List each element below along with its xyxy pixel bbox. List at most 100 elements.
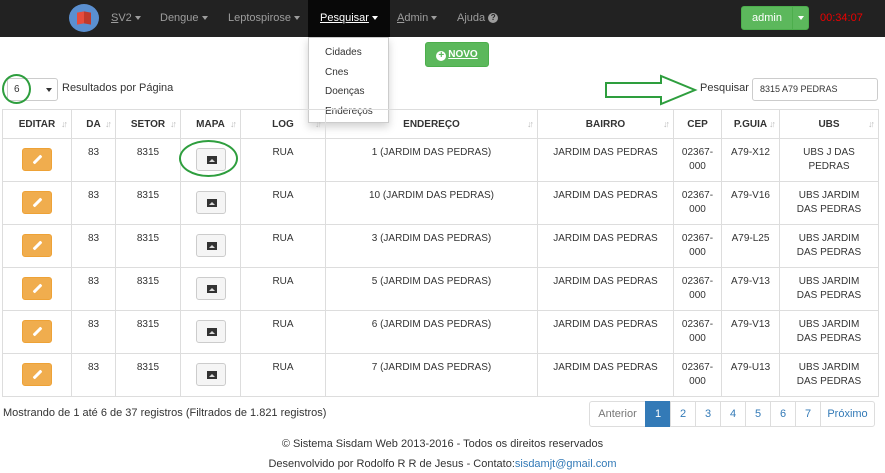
cep-part: 000 — [689, 290, 706, 301]
sort-icon: ↓↑ — [663, 119, 670, 129]
table-row: 83 8315 RUA 1 (JARDIM DAS PEDRAS) JARDIM DAS… — [2, 138, 879, 182]
cell-log: RUA — [240, 138, 326, 182]
nav-ajuda[interactable]: Ajuda? — [457, 0, 499, 37]
map-button[interactable] — [195, 234, 226, 257]
cep-part: 02367- — [681, 233, 714, 244]
cell-log: RUA — [240, 267, 326, 311]
cell-editar — [2, 310, 72, 354]
pagination-next[interactable]: Próximo — [820, 401, 875, 427]
user-menu-button[interactable]: admin — [741, 6, 809, 30]
nav-leptospirose-label: Leptospirose — [228, 12, 291, 24]
map-button[interactable] — [195, 277, 226, 300]
edit-button[interactable] — [22, 234, 52, 257]
cell-pguia: A79-V16 — [721, 181, 780, 225]
cep-part: 02367- — [681, 276, 714, 287]
cell-cep: 02367- 000 — [673, 267, 722, 311]
nav-dengue[interactable]: Dengue — [160, 0, 208, 37]
pencil-icon — [32, 154, 43, 165]
ubs-part: UBS J DAS — [803, 147, 855, 158]
annotation-circle — [179, 140, 238, 177]
pencil-icon — [32, 240, 43, 251]
nav-sv2[interactable]: SV2 — [111, 0, 141, 37]
cell-da: 83 — [71, 224, 116, 268]
map-button[interactable] — [195, 191, 226, 214]
pagination-page[interactable]: 2 — [670, 401, 696, 427]
menu-item-doencas[interactable]: Doenças — [309, 82, 388, 102]
map-button[interactable] — [195, 363, 226, 386]
cell-log: RUA — [240, 181, 326, 225]
sort-icon: ↓↑ — [230, 119, 237, 129]
nav-admin-label: Admin — [397, 12, 429, 24]
col-header-cep[interactable]: CEP — [673, 109, 722, 139]
col-header-editar[interactable]: EDITAR ↓↑ — [2, 109, 72, 139]
col-header-setor[interactable]: SETOR ↓↑ — [115, 109, 181, 139]
col-header-log[interactable]: LOG ↓↑ — [240, 109, 326, 139]
cell-da: 83 — [71, 138, 116, 182]
cell-cep: 02367- 000 — [673, 138, 722, 182]
cep-part: 000 — [689, 204, 706, 215]
cell-endereco: 5 (JARDIM DAS PEDRAS) — [325, 267, 538, 311]
menu-item-cnes[interactable]: Cnes — [309, 63, 388, 83]
table-header-row: EDITAR ↓↑ DA ↓↑ SETOR ↓↑ MAPA ↓↑ LOG ↓↑ ENDER… — [2, 109, 879, 139]
cell-setor: 8315 — [115, 310, 181, 354]
user-menu-toggle[interactable] — [792, 7, 809, 29]
picture-icon — [206, 242, 217, 250]
map-button[interactable] — [195, 320, 226, 343]
pagination-page[interactable]: 4 — [720, 401, 746, 427]
pagination-page[interactable]: 6 — [770, 401, 796, 427]
cell-mapa — [180, 353, 241, 397]
nav-leptospirose[interactable]: Leptospirose — [228, 0, 300, 37]
cell-cep: 02367- 000 — [673, 310, 722, 354]
chevron-down-icon — [431, 16, 438, 21]
nav-dengue-label: Dengue — [160, 12, 199, 24]
cep-part: 02367- — [681, 190, 714, 201]
search-input[interactable]: 8315 A79 PEDRAS — [752, 78, 878, 101]
cell-setor: 8315 — [115, 224, 181, 268]
col-header-ubs[interactable]: UBS ↓↑ — [779, 109, 879, 139]
pagination-page[interactable]: 3 — [695, 401, 721, 427]
new-record-button[interactable]: + NOVO — [425, 42, 489, 67]
edit-button[interactable] — [22, 363, 52, 386]
cell-endereco: 1 (JARDIM DAS PEDRAS) — [325, 138, 538, 182]
pagination-page[interactable]: 5 — [745, 401, 771, 427]
ubs-part: UBS JARDIM — [798, 319, 860, 330]
cell-pguia: A79-V13 — [721, 267, 780, 311]
pagination-prev[interactable]: Anterior — [589, 401, 646, 427]
ubs-part: UBS JARDIM — [798, 362, 860, 373]
pagination: Anterior 1 2 3 4 5 6 7 Próximo — [589, 401, 875, 427]
cell-log: RUA — [240, 353, 326, 397]
menu-item-cidades[interactable]: Cidades — [309, 43, 388, 63]
app-logo-icon[interactable] — [69, 4, 99, 32]
cell-mapa — [180, 267, 241, 311]
col-header-endereco[interactable]: ENDEREÇO ↓↑ — [325, 109, 538, 139]
ubs-part: DAS PEDRAS — [796, 247, 862, 258]
nav-pesquisar[interactable]: Pesquisar — [308, 0, 390, 37]
cell-setor: 8315 — [115, 138, 181, 182]
contact-email-link[interactable]: sisdamjt@gmail.com — [515, 458, 617, 470]
chevron-down-icon — [371, 16, 378, 21]
picture-icon — [206, 328, 217, 336]
col-header-da[interactable]: DA ↓↑ — [71, 109, 116, 139]
edit-button[interactable] — [22, 191, 52, 214]
col-header-pguia[interactable]: P.GUIA ↓↑ — [721, 109, 780, 139]
col-header-bairro[interactable]: BAIRRO ↓↑ — [537, 109, 674, 139]
pagination-page[interactable]: 7 — [795, 401, 821, 427]
pagination-page[interactable]: 1 — [645, 401, 671, 427]
cell-endereco: 10 (JARDIM DAS PEDRAS) — [325, 181, 538, 225]
sort-asc-icon: ↓↑ — [61, 119, 68, 129]
cell-ubs: UBS JARDIM DAS PEDRAS — [779, 267, 879, 311]
session-timer: 00:34:07 — [820, 12, 863, 24]
cell-cep: 02367- 000 — [673, 224, 722, 268]
col-header-mapa[interactable]: MAPA ↓↑ — [180, 109, 241, 139]
ubs-part: UBS JARDIM — [798, 190, 860, 201]
cell-da: 83 — [71, 310, 116, 354]
cell-setor: 8315 — [115, 181, 181, 225]
nav-admin[interactable]: Admin — [397, 0, 438, 37]
cell-pguia: A79-X12 — [721, 138, 780, 182]
annotation-arrow-icon — [605, 74, 698, 106]
edit-button[interactable] — [22, 277, 52, 300]
nav-sv2-label: SV2 — [111, 12, 132, 24]
edit-button[interactable] — [22, 320, 52, 343]
edit-button[interactable] — [22, 148, 52, 171]
cell-ubs: UBS JARDIM DAS PEDRAS — [779, 310, 879, 354]
